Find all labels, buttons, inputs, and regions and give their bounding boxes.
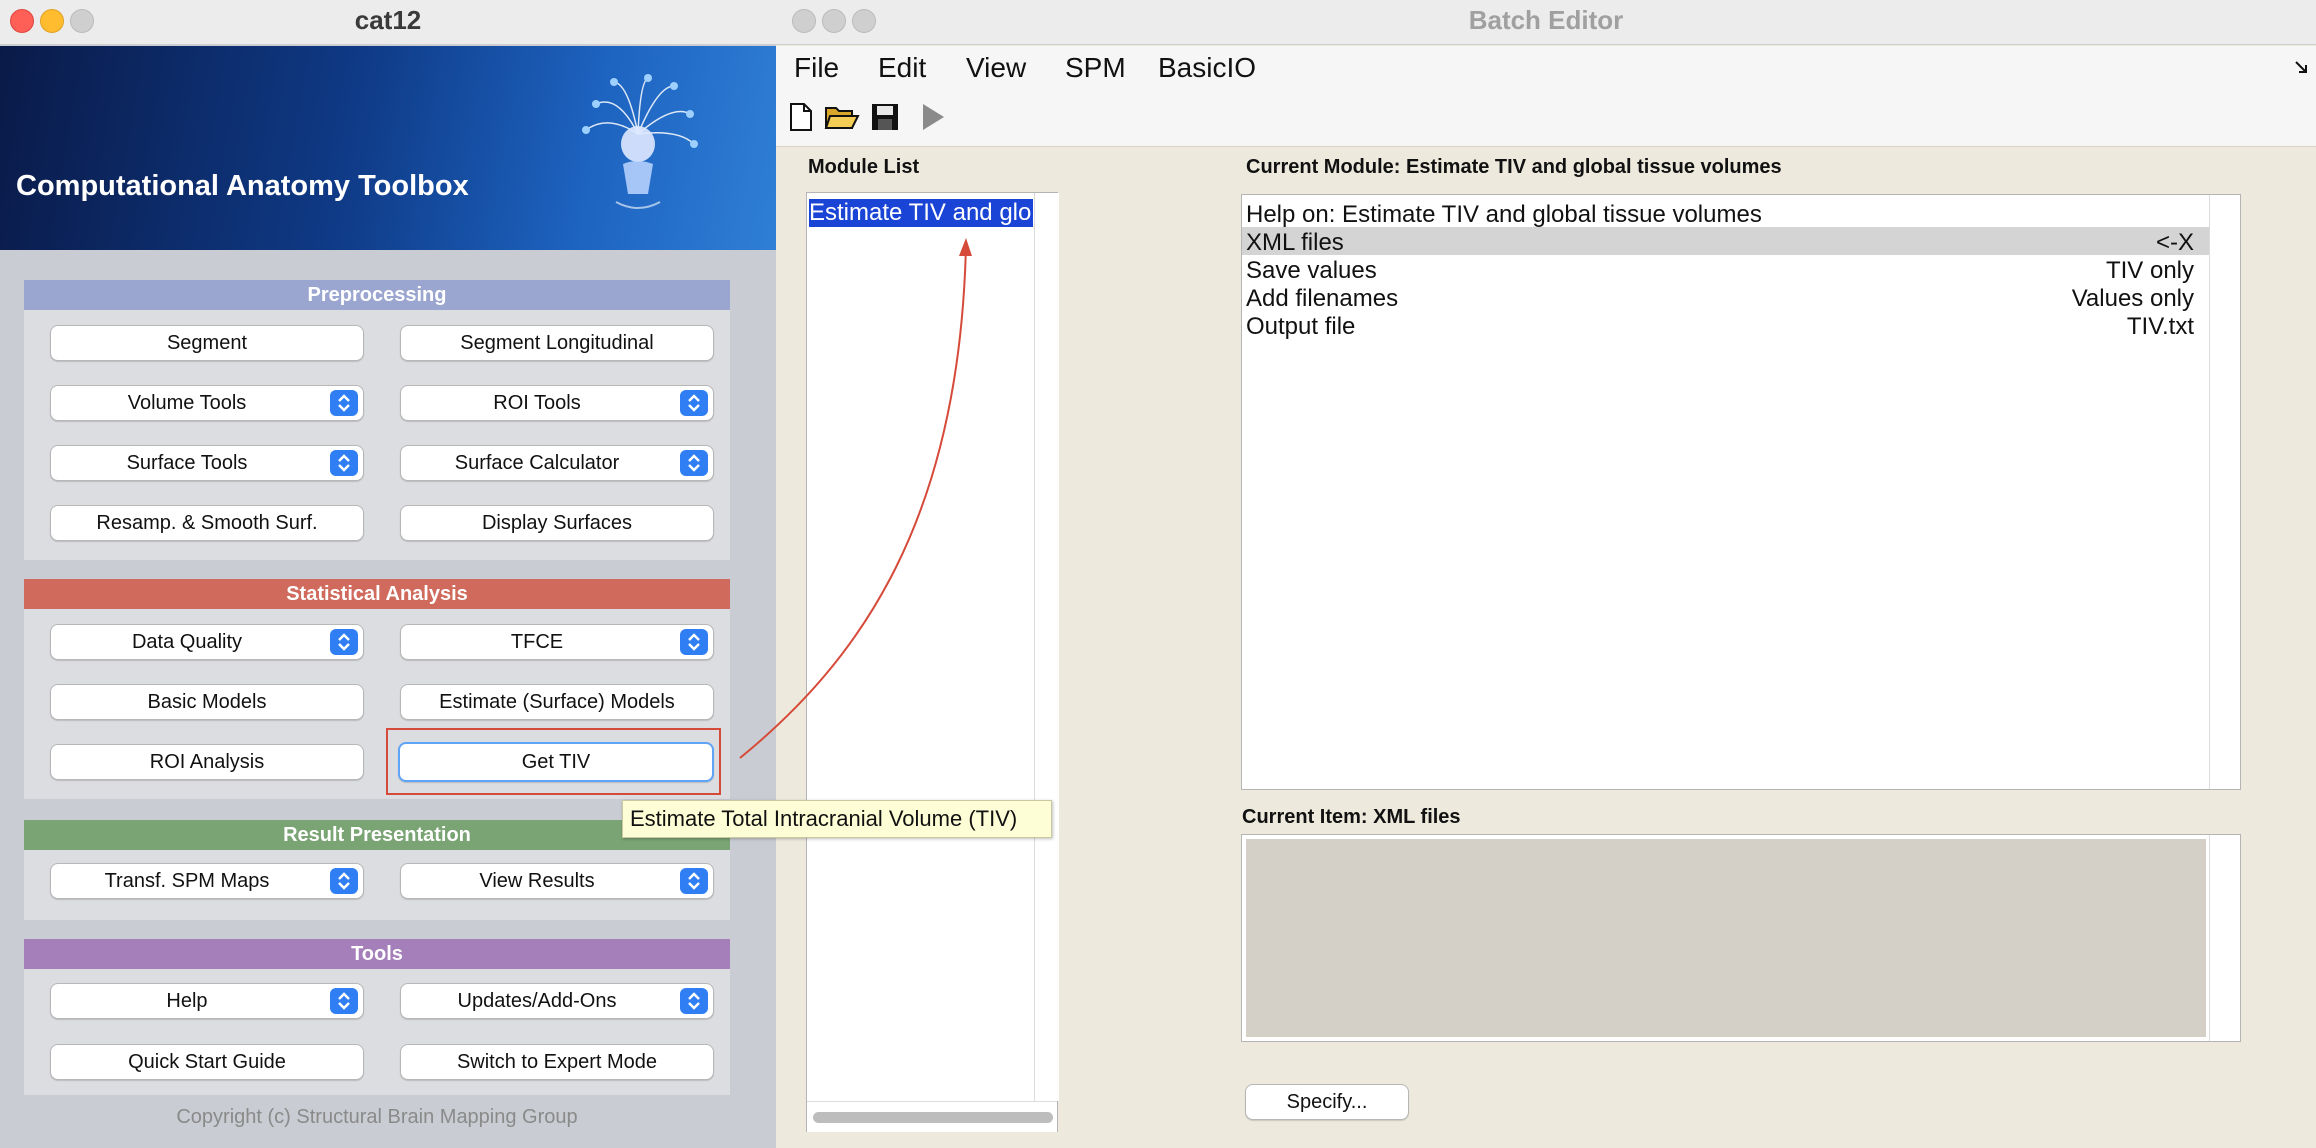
- annotation-arrow: [739, 238, 972, 759]
- get-tiv-tooltip: Estimate Total Intracranial Volume (TIV): [622, 800, 1052, 838]
